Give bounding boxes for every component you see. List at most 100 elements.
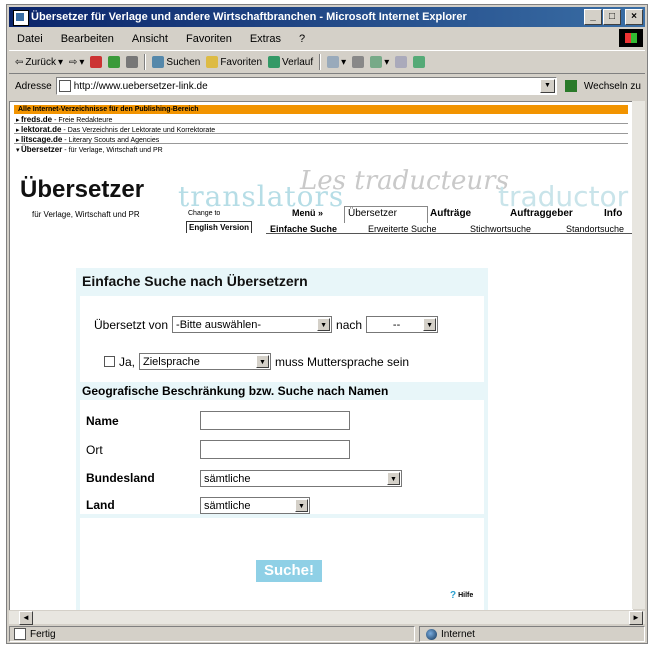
- site-link-lektorat[interactable]: ▸lektorat.de - Das Verzeichnis der Lekto…: [14, 125, 628, 134]
- name-label: Name: [86, 414, 119, 428]
- nav-info[interactable]: Info: [604, 208, 622, 219]
- back-button[interactable]: ⇦ Zurück ▾: [15, 57, 63, 68]
- translated-from-label: Übersetzt von: [94, 317, 169, 332]
- bundesland-label: Bundesland: [86, 471, 155, 485]
- site-link-uebersetzer[interactable]: ▾Übersetzer - für Verlage, Wirtschaft un…: [14, 145, 628, 154]
- search-icon: [152, 56, 165, 68]
- print-icon: [352, 56, 365, 68]
- nav-auftraggeber[interactable]: Auftraggeber: [510, 208, 573, 219]
- toolbar: ⇦ Zurück ▾ ⇨ ▾ Suchen Favoriten Verlauf …: [9, 50, 645, 74]
- menu-label: Menü »: [292, 208, 324, 218]
- language-row: Übersetzt von -Bitte auswählen- ▼ nach -…: [94, 316, 439, 333]
- close-button[interactable]: ×: [625, 9, 643, 25]
- messenger-button[interactable]: [413, 56, 426, 68]
- target-language-select[interactable]: -- ▼: [366, 316, 439, 333]
- subnav-divider: [266, 233, 632, 234]
- search-panel: Einfache Suche nach Übersetzern Übersetz…: [76, 268, 488, 610]
- site-tagline: für Verlage, Wirtschaft und PR: [32, 210, 140, 219]
- home-button[interactable]: [126, 56, 139, 68]
- address-input[interactable]: http://www.uebersetzer-link.de ▼: [55, 77, 557, 95]
- horizontal-scrollbar[interactable]: ◄ ►: [9, 610, 645, 625]
- forward-arrow-icon: ⇨: [68, 56, 78, 68]
- edit-button[interactable]: ▾: [370, 56, 389, 68]
- stop-icon: [90, 56, 103, 68]
- title-bar: Übersetzer für Verlage und andere Wirtsc…: [9, 7, 645, 27]
- maximize-button[interactable]: □: [603, 9, 621, 25]
- search-submit-button[interactable]: Suche!: [256, 560, 322, 582]
- favorites-button[interactable]: Favoriten: [206, 56, 262, 68]
- go-button[interactable]: Wechseln zu: [584, 81, 641, 92]
- change-to-label: Change to: [188, 210, 221, 217]
- edit-icon: [370, 56, 383, 68]
- native-row: Ja, Zielsprache ▼ muss Muttersprache sei…: [104, 353, 409, 370]
- discuss-button[interactable]: [395, 56, 408, 68]
- chevron-down-icon: ▼: [423, 318, 437, 331]
- native-language-select[interactable]: Zielsprache ▼: [139, 353, 272, 370]
- to-label: nach: [336, 317, 363, 332]
- menu-extras[interactable]: Extras: [248, 33, 283, 45]
- menu-bearbeiten[interactable]: Bearbeiten: [59, 33, 116, 45]
- window-controls: _ □ ×: [584, 9, 643, 25]
- chevron-down-icon: ▾: [57, 56, 63, 68]
- status-left: Fertig: [9, 626, 415, 642]
- back-arrow-icon: ⇦: [15, 56, 24, 68]
- status-zone: Internet: [419, 626, 645, 642]
- mail-button[interactable]: ▾: [327, 56, 346, 68]
- chevron-down-icon: ▼: [295, 499, 308, 512]
- scroll-left-button[interactable]: ◄: [19, 611, 33, 625]
- bundesland-select[interactable]: sämtliche ▼: [200, 470, 402, 487]
- refresh-icon: [108, 56, 121, 68]
- history-icon: [268, 56, 281, 68]
- ort-input[interactable]: [200, 440, 350, 459]
- english-version-link[interactable]: English Version: [186, 221, 253, 233]
- chevron-down-icon: ▼: [387, 472, 400, 485]
- vertical-scrollbar[interactable]: [632, 101, 645, 609]
- mail-icon: [327, 56, 340, 68]
- land-label: Land: [86, 498, 115, 512]
- menu-datei[interactable]: Datei: [15, 33, 45, 45]
- minimize-button[interactable]: _: [584, 9, 602, 25]
- forward-button[interactable]: ⇨ ▾: [69, 57, 84, 68]
- history-button[interactable]: Verlauf: [268, 56, 313, 68]
- browser-window: Übersetzer für Verlage und andere Wirtsc…: [6, 4, 648, 644]
- site-logo: Übersetzer: [20, 176, 145, 203]
- menu-bar: Datei Bearbeiten Ansicht Favoriten Extra…: [9, 29, 645, 48]
- nav-uebersetzer[interactable]: Übersetzer: [348, 208, 397, 219]
- page-done-icon: [14, 628, 26, 640]
- page-content: Alle Internet-Verzeichnisse für den Publ…: [9, 101, 633, 611]
- home-icon: [126, 56, 139, 68]
- status-bar: Fertig Internet: [9, 626, 645, 642]
- land-select[interactable]: sämtliche ▼: [200, 497, 310, 514]
- native-speaker-checkbox[interactable]: [104, 356, 115, 367]
- windows-logo-icon: [619, 29, 643, 47]
- site-link-freds[interactable]: ▸freds.de - Freie Redakteure: [14, 115, 628, 124]
- search-panel-title: Einfache Suche nach Übersetzern: [82, 273, 308, 289]
- chevron-down-icon: ▾: [384, 56, 390, 68]
- scroll-right-button[interactable]: ►: [629, 611, 643, 625]
- help-icon: ?: [450, 590, 457, 601]
- search-button[interactable]: Suchen: [152, 56, 200, 68]
- geo-heading: Geografische Beschränkung bzw. Suche nac…: [80, 382, 484, 400]
- page-icon: [58, 80, 71, 92]
- refresh-button[interactable]: [108, 56, 121, 68]
- address-url: http://www.uebersetzer-link.de: [73, 80, 208, 92]
- help-link[interactable]: ? Hilfe: [450, 590, 473, 601]
- source-language-select[interactable]: -Bitte auswählen- ▼: [172, 316, 333, 333]
- ja-label: Ja,: [119, 354, 136, 369]
- chevron-down-icon: ▼: [256, 355, 270, 368]
- menu-ansicht[interactable]: Ansicht: [130, 33, 170, 45]
- address-dropdown-button[interactable]: ▼: [539, 79, 555, 93]
- name-input[interactable]: [200, 411, 350, 430]
- site-link-litscage[interactable]: ▸litscage.de - Literary Scouts and Agenc…: [14, 135, 628, 144]
- address-label: Adresse: [15, 80, 52, 92]
- nav-auftraege[interactable]: Aufträge: [430, 208, 471, 219]
- search-form: Übersetzt von -Bitte auswählen- ▼ nach -…: [80, 296, 484, 610]
- menu-help[interactable]: ?: [297, 33, 307, 45]
- stop-button[interactable]: [90, 56, 103, 68]
- go-arrow-icon[interactable]: [564, 80, 577, 92]
- print-button[interactable]: [352, 56, 365, 68]
- chevron-down-icon: ▾: [79, 56, 85, 68]
- menu-favoriten[interactable]: Favoriten: [184, 33, 234, 45]
- ort-label: Ort: [86, 443, 103, 457]
- discuss-icon: [395, 56, 408, 68]
